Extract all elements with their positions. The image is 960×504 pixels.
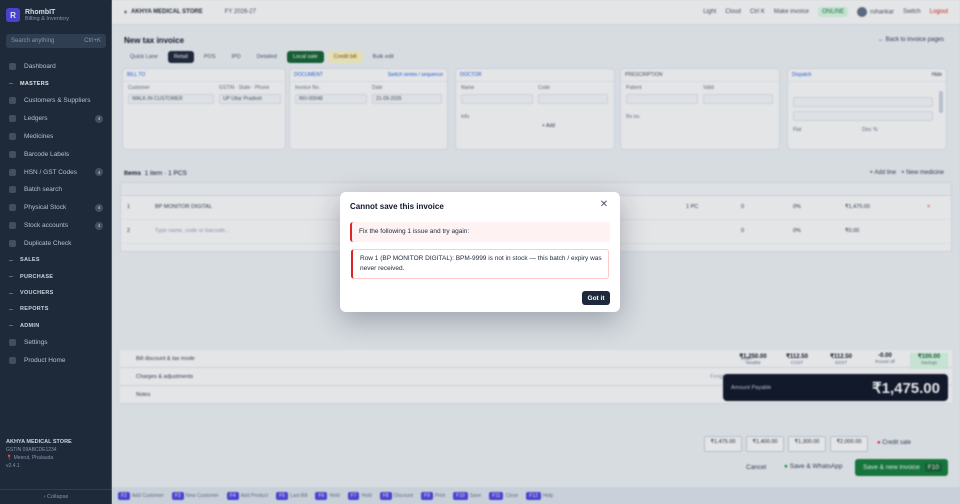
close-icon[interactable]: ✕ xyxy=(598,199,610,211)
dialog-title: Cannot save this invoice xyxy=(350,202,444,211)
cannot-save-dialog: Cannot save this invoice ✕ Fix the follo… xyxy=(340,192,620,312)
dialog-issue-item: Row 1 (BP MONITOR DIGITAL): BPM-9999 is … xyxy=(351,249,609,279)
dialog-alert: Fix the following 1 issue and try again: xyxy=(350,222,610,242)
got-it-button[interactable]: Got it xyxy=(582,291,610,305)
